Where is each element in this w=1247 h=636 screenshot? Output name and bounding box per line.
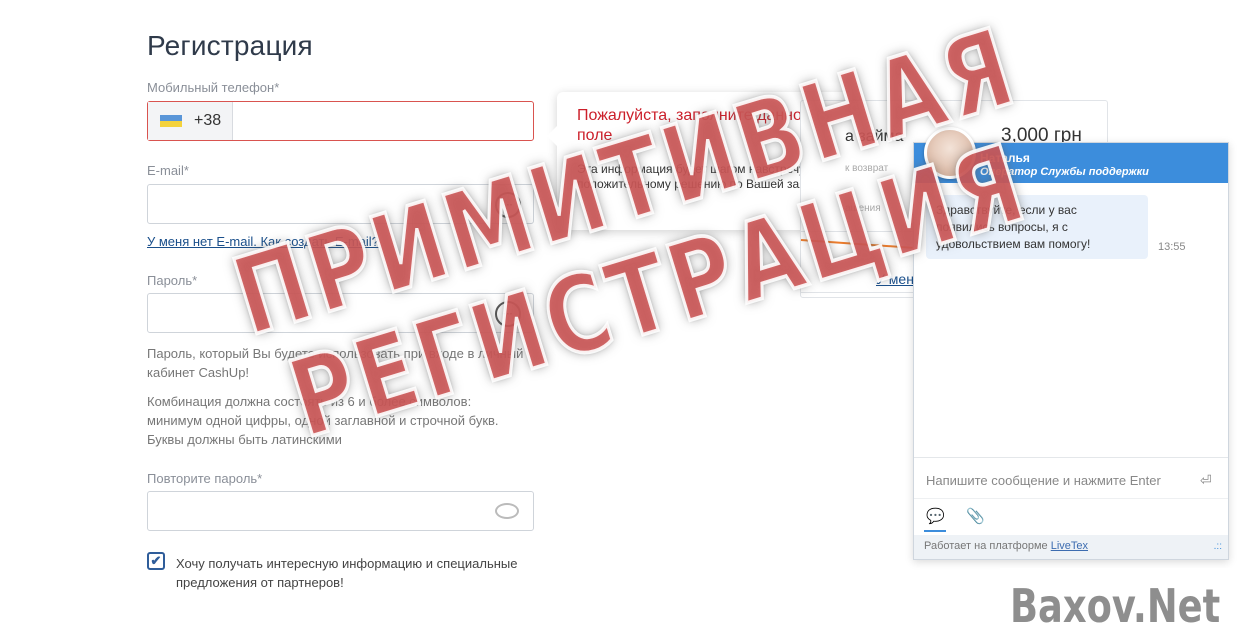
country-code-select[interactable]: +38 (148, 102, 233, 140)
password-hint: Пароль, который Вы будете использовать п… (147, 346, 524, 380)
password-label: Пароль* (147, 273, 198, 288)
divider (914, 498, 1228, 499)
ukraine-flag-icon (160, 115, 182, 127)
no-email-link[interactable]: У меня нет E-mail. Как создать E-mail? (147, 234, 379, 249)
chat-footer: Работает на платформе LiveTex .:: (914, 535, 1228, 559)
paperclip-icon[interactable]: 📎 (966, 507, 985, 525)
more-options-icon[interactable]: ··· (495, 301, 521, 327)
operator-role: Оператор Службы поддержки (980, 166, 1149, 178)
password-field[interactable]: ··· (147, 293, 534, 333)
password-repeat-label: Повторите пароль* (147, 471, 263, 486)
check-icon: ✔ (150, 553, 162, 568)
chat-widget: Наталья Оператор Службы поддержки Здравс… (913, 127, 1229, 560)
email-label: E-mail* (147, 163, 189, 178)
phone-field[interactable]: +38 (147, 101, 534, 141)
country-code: +38 (194, 112, 222, 129)
message-time: 13:55 (1158, 241, 1186, 253)
chat-bubbles-icon[interactable]: 💬 (924, 507, 946, 532)
password-rules: Комбинация должна состоять из 6 и более … (147, 394, 499, 447)
site-logo: Baxov.Net (1010, 579, 1221, 633)
eye-icon[interactable] (495, 503, 519, 519)
resize-icon[interactable]: .:: (1214, 541, 1222, 552)
page: Регистрация Мобильный телефон* +38 E-mai… (0, 0, 1247, 636)
loan-link[interactable]: У мен (876, 271, 914, 287)
chat-input[interactable]: Напишите сообщение и нажмите Enter (926, 473, 1161, 488)
divider (914, 457, 1228, 458)
operator-name: Наталья (980, 151, 1030, 165)
loan-return-label: к возврат (845, 163, 889, 174)
password-repeat-field[interactable] (147, 491, 534, 531)
more-options-icon[interactable]: ··· (495, 192, 521, 218)
livetex-link[interactable]: LiveTex (1051, 540, 1088, 552)
enter-icon: ⏎ (1200, 472, 1212, 488)
offers-checkbox-label[interactable]: Хочу получать интересную информацию и сп… (176, 554, 556, 592)
phone-label: Мобильный телефон* (147, 80, 280, 95)
offers-checkbox[interactable]: ✔ (147, 552, 165, 570)
operator-avatar (924, 127, 976, 179)
email-field[interactable]: ··· (147, 184, 534, 224)
loan-term-label: ашения (845, 203, 881, 214)
loan-amount-label: а займа (845, 128, 904, 145)
footer-text: Работает на платформе (924, 540, 1048, 552)
chat-message: Здравствуйте, если у вас появились вопро… (926, 195, 1148, 259)
page-title: Регистрация (147, 30, 313, 61)
